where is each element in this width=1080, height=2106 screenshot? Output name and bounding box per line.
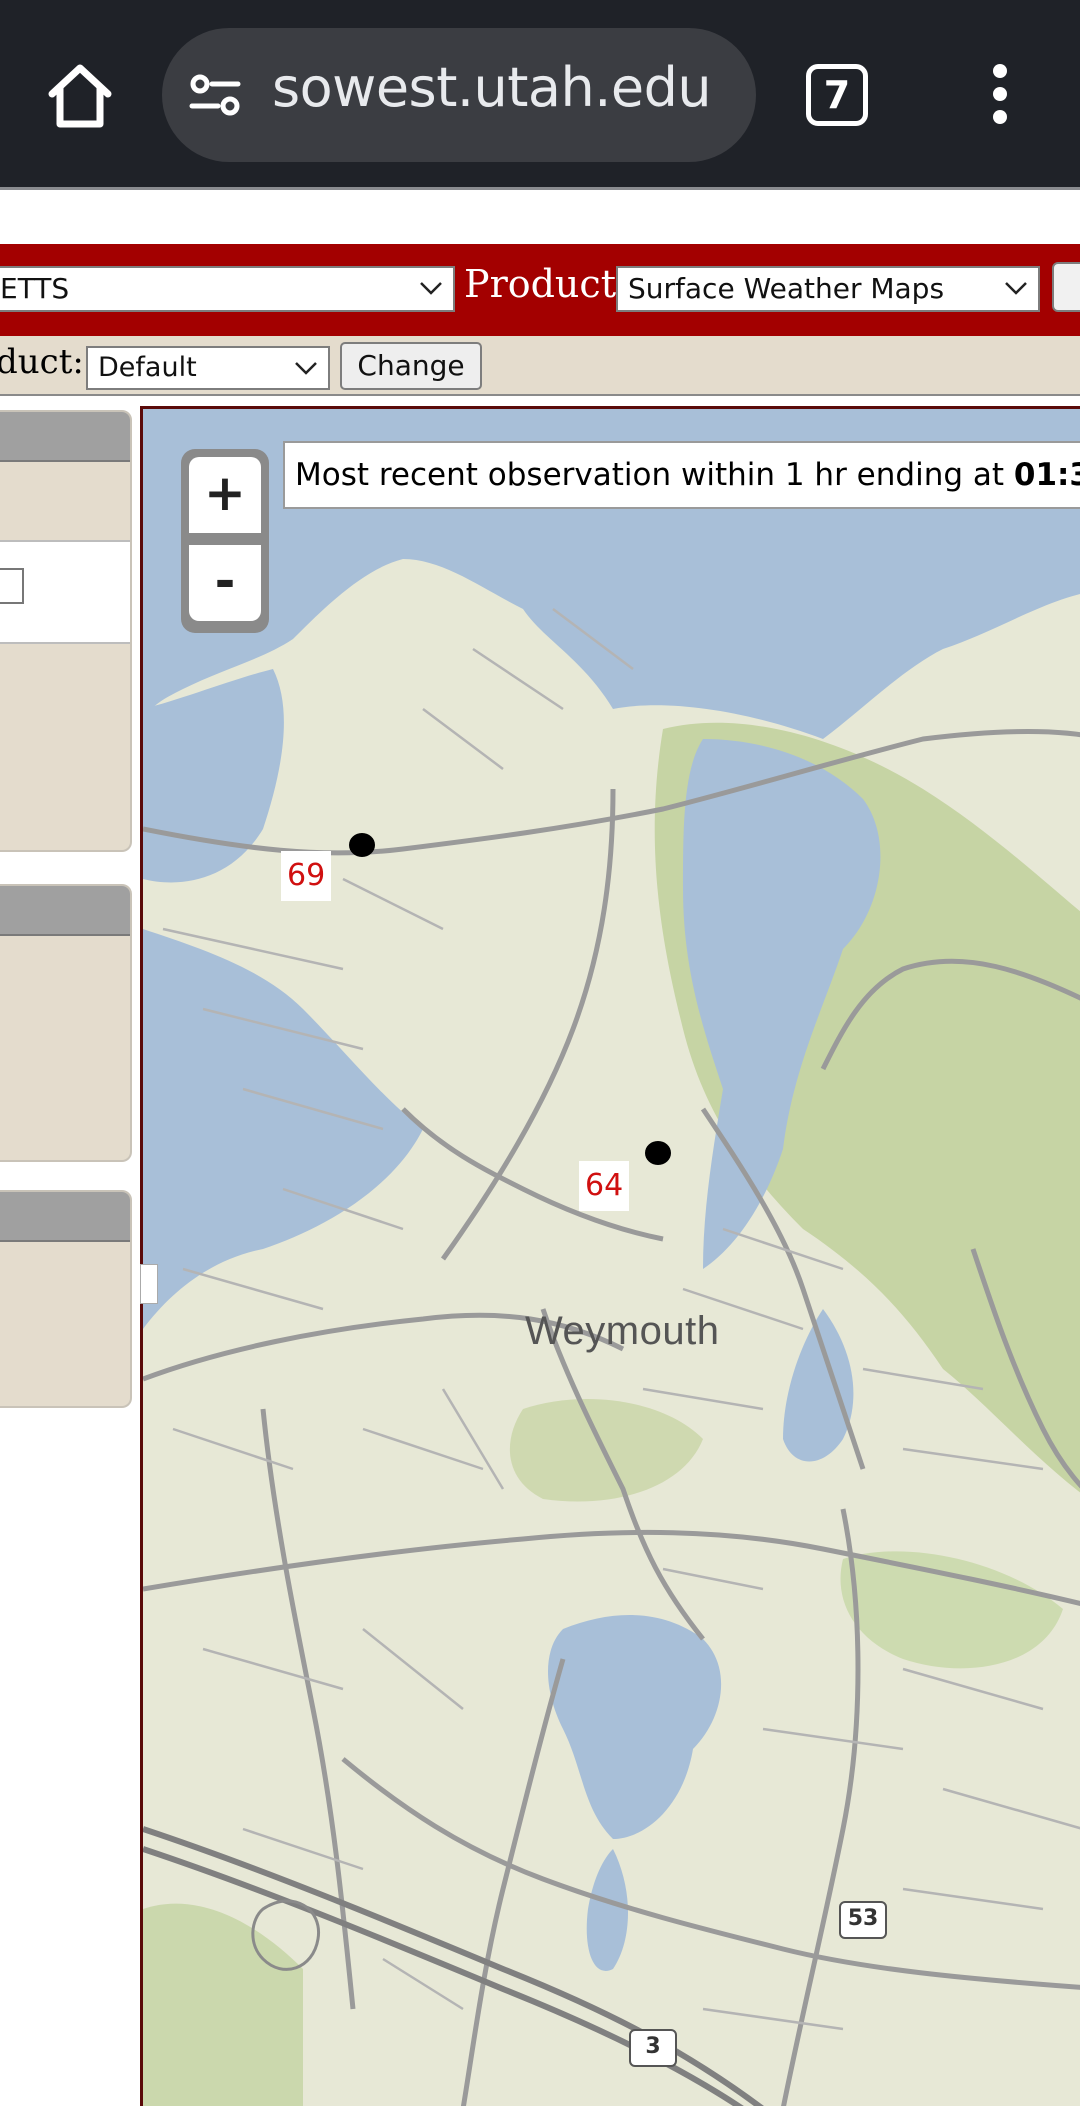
panel-header[interactable] bbox=[0, 412, 130, 462]
panel-header[interactable] bbox=[0, 1192, 130, 1242]
product-select-value: Surface Weather Maps bbox=[628, 272, 945, 305]
url-text[interactable]: sowest.utah.edu bbox=[272, 56, 712, 119]
side-panel-1 bbox=[0, 410, 132, 852]
subproduct-label: duct: bbox=[0, 342, 84, 382]
subproduct-select-value: Default bbox=[98, 352, 197, 383]
browser-toolbar: sowest.utah.edu 7 bbox=[0, 0, 1080, 190]
station-marker[interactable] bbox=[645, 1141, 671, 1165]
side-panel-2 bbox=[0, 884, 132, 1162]
observation-text: Most recent observation within 1 hr endi… bbox=[295, 457, 1014, 493]
home-icon[interactable] bbox=[44, 60, 116, 132]
observation-time: 01:30 U bbox=[1013, 457, 1080, 493]
station-marker[interactable] bbox=[349, 833, 375, 857]
panel-tab[interactable] bbox=[140, 1264, 158, 1304]
side-panel-3 bbox=[0, 1190, 132, 1408]
product-label: Product bbox=[464, 262, 616, 306]
zoom-control: + - bbox=[181, 449, 269, 633]
zoom-in-button[interactable]: + bbox=[189, 457, 261, 533]
chevron-down-icon bbox=[420, 282, 442, 295]
observation-info-box: Most recent observation within 1 hr endi… bbox=[283, 441, 1080, 509]
tab-switcher-button[interactable]: 7 bbox=[806, 64, 868, 126]
chevron-down-icon bbox=[295, 362, 317, 375]
state-select[interactable]: ETTS bbox=[0, 266, 455, 312]
town-label: Weymouth bbox=[525, 1309, 720, 1353]
temperature-label[interactable]: 69 bbox=[281, 851, 332, 901]
truncated-button[interactable] bbox=[1052, 262, 1080, 312]
weather-map[interactable]: + - Most recent observation within 1 hr … bbox=[140, 406, 1080, 2106]
chevron-down-icon bbox=[1005, 282, 1027, 295]
route-shield: 53 bbox=[839, 1901, 887, 1939]
product-select[interactable]: Surface Weather Maps bbox=[616, 266, 1040, 312]
site-settings-icon[interactable] bbox=[188, 68, 244, 124]
route-shield: 3 bbox=[629, 2029, 677, 2067]
address-bar[interactable]: sowest.utah.edu bbox=[162, 28, 756, 162]
panel-header[interactable] bbox=[0, 886, 130, 936]
checkbox[interactable] bbox=[0, 568, 24, 604]
more-menu-icon[interactable] bbox=[980, 60, 1020, 132]
subproduct-select[interactable]: Default bbox=[86, 346, 330, 390]
state-select-value: ETTS bbox=[0, 272, 70, 305]
zoom-out-button[interactable]: - bbox=[189, 545, 261, 621]
change-button[interactable]: Change bbox=[340, 342, 482, 390]
temperature-label[interactable]: 64 bbox=[579, 1161, 630, 1211]
basemap[interactable] bbox=[143, 409, 1080, 2106]
panel-content bbox=[0, 540, 130, 644]
